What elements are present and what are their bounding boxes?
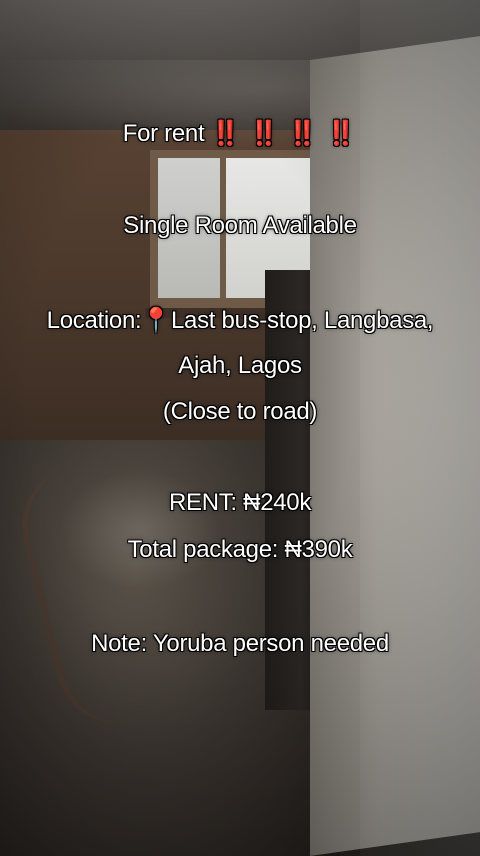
location-pin-icon: 📍 bbox=[141, 307, 171, 334]
caption-rent: RENT: ₦240k bbox=[168, 489, 312, 516]
caption-location: Location:📍Last bus-stop, Langbasa, bbox=[0, 306, 480, 336]
location-label: Location: bbox=[46, 307, 142, 334]
caption-total-package: Total package: ₦390k bbox=[127, 536, 353, 563]
caption-line-for-rent: For rent ‼️ ‼️ ‼️ ‼️ bbox=[0, 119, 480, 149]
location-value: Last bus-stop, Langbasa, bbox=[170, 307, 434, 334]
caption-close-to-road: (Close to road) bbox=[162, 398, 318, 425]
caption-location-city: Ajah, Lagos bbox=[178, 352, 302, 379]
caption-note: Note: Yoruba person needed bbox=[91, 630, 389, 657]
caption-for-rent-text: For rent bbox=[122, 120, 205, 147]
caption-single-room: Single Room Available bbox=[123, 212, 357, 239]
double-exclamation-icons: ‼️ ‼️ ‼️ ‼️ bbox=[210, 120, 358, 147]
video-frame: For rent ‼️ ‼️ ‼️ ‼️ Single Room Availab… bbox=[0, 0, 480, 856]
